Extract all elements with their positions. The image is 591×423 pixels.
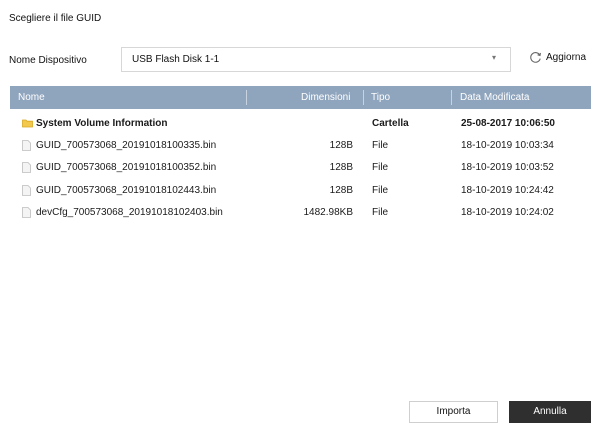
file-name: GUID_700573068_20191018102443.bin [36, 185, 217, 196]
column-header-size[interactable]: Dimensioni [301, 92, 350, 103]
file-size: 128B [329, 162, 353, 173]
table-row[interactable]: System Volume Information Cartella 25-08… [10, 114, 591, 134]
refresh-icon [530, 52, 541, 63]
file-name: GUID_700573068_20191018100335.bin [36, 140, 217, 151]
file-type: File [372, 162, 389, 173]
file-type: File [372, 140, 389, 151]
column-separator [363, 90, 364, 105]
cancel-button[interactable]: Annulla [509, 401, 591, 423]
file-size: 128B [329, 140, 353, 151]
file-icon [22, 185, 31, 196]
folder-icon [22, 119, 33, 128]
column-header-modified[interactable]: Data Modificata [460, 92, 529, 103]
file-size: 1482.98KB [303, 207, 354, 218]
file-icon [22, 162, 31, 173]
device-select-value: USB Flash Disk 1-1 [132, 54, 220, 65]
file-modified: 25-08-2017 10:06:50 [461, 118, 555, 129]
device-select[interactable]: USB Flash Disk 1-1 ▾ [121, 47, 511, 72]
file-type: File [372, 185, 389, 196]
table-row[interactable]: GUID_700573068_20191018100335.bin 128B F… [10, 136, 591, 156]
column-header-type[interactable]: Tipo [371, 92, 390, 103]
table-row[interactable]: GUID_700573068_20191018100352.bin 128B F… [10, 158, 591, 178]
table-header: Nome Dimensioni Tipo Data Modificata [10, 86, 591, 109]
table-row[interactable]: devCfg_700573068_20191018102403.bin 1482… [10, 203, 591, 223]
dialog-title: Scegliere il file GUID [9, 13, 102, 24]
file-modified: 18-10-2019 10:03:52 [461, 162, 554, 173]
device-label: Nome Dispositivo [9, 55, 87, 66]
refresh-label: Aggiorna [546, 52, 587, 63]
column-header-name[interactable]: Nome [18, 92, 45, 103]
file-name: GUID_700573068_20191018100352.bin [36, 162, 217, 173]
refresh-button[interactable]: Aggiorna [529, 51, 586, 64]
import-button[interactable]: Importa [409, 401, 498, 423]
chevron-down-icon: ▾ [491, 53, 496, 62]
file-modified: 18-10-2019 10:24:42 [461, 185, 554, 196]
file-modified: 18-10-2019 10:03:34 [461, 140, 554, 151]
file-type: Cartella [372, 118, 409, 129]
file-icon [22, 207, 31, 218]
file-size: 128B [329, 185, 353, 196]
file-icon [22, 140, 31, 151]
table-row[interactable]: GUID_700573068_20191018102443.bin 128B F… [10, 181, 591, 201]
column-separator [451, 90, 452, 105]
file-name: System Volume Information [36, 118, 168, 129]
file-type: File [372, 207, 389, 218]
column-separator [246, 90, 247, 105]
file-name: devCfg_700573068_20191018102403.bin [36, 207, 223, 218]
file-modified: 18-10-2019 10:24:02 [461, 207, 554, 218]
